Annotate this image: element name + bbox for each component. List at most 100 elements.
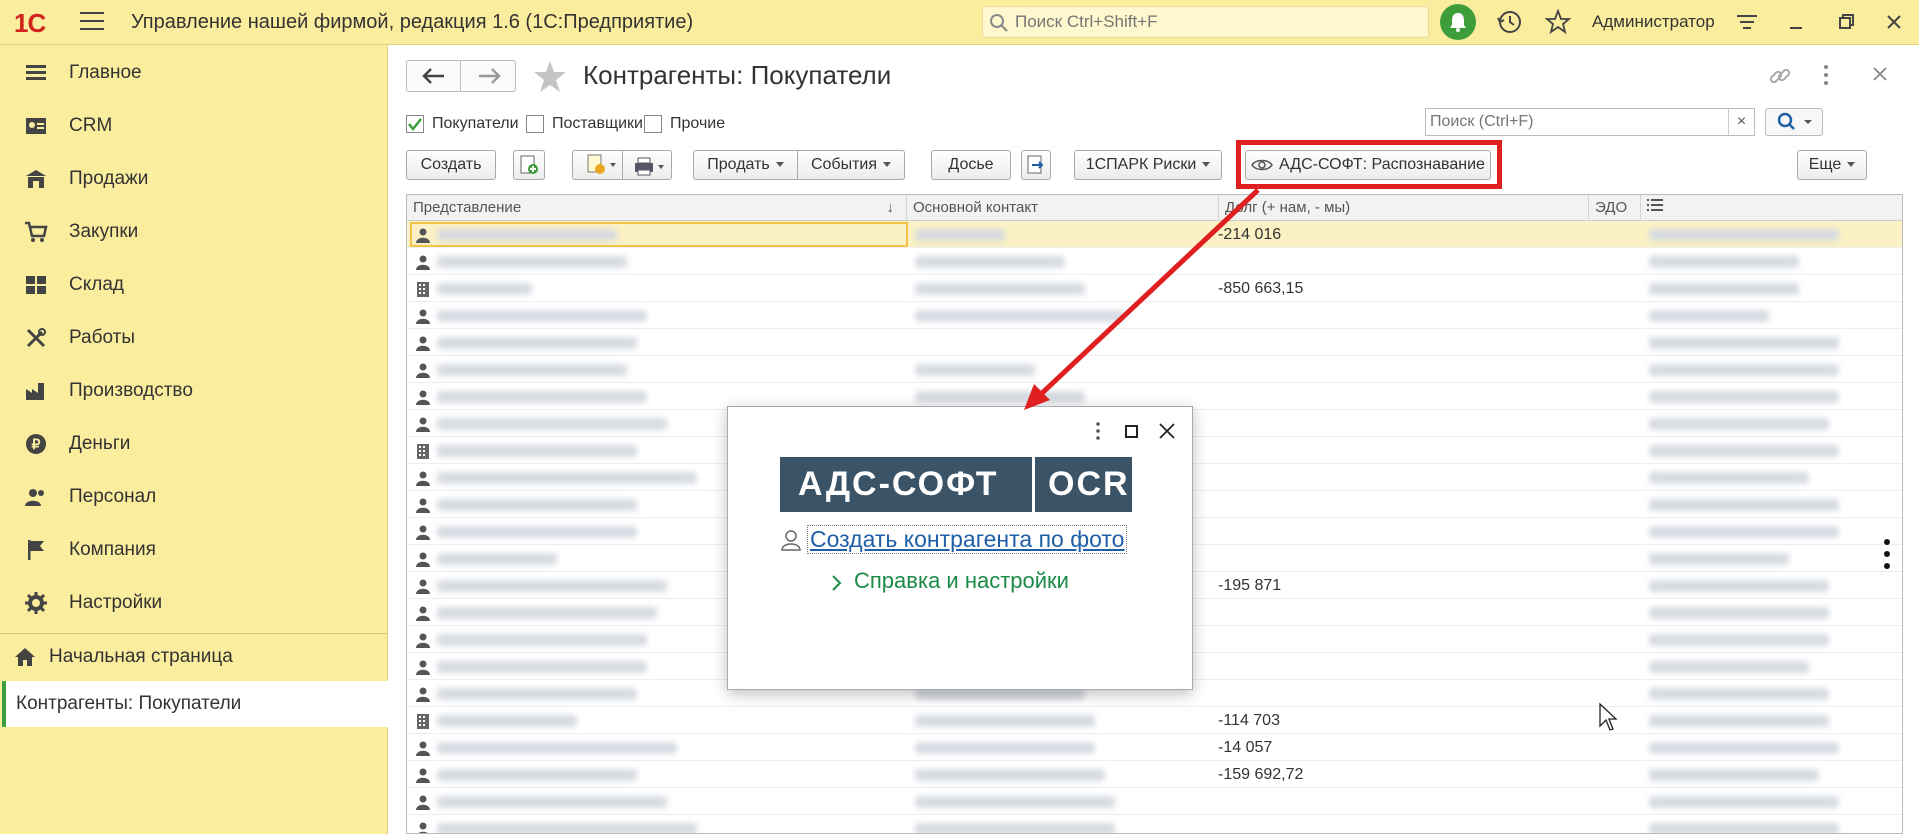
form-search[interactable]: × — [1425, 108, 1755, 136]
close-form-icon[interactable] — [1871, 65, 1889, 83]
person-icon — [415, 578, 431, 594]
sidebar-item-label: Производство — [69, 380, 193, 401]
link-icon[interactable] — [1767, 63, 1793, 89]
table-row[interactable]: -14 057 — [407, 734, 1902, 761]
dossier-button[interactable]: Досье — [931, 150, 1011, 180]
minimize-icon[interactable] — [1782, 8, 1810, 36]
sidebar-item-sales[interactable]: Продажи — [0, 153, 388, 205]
help-settings-link[interactable]: Справка и настройки — [854, 568, 1069, 594]
more-button[interactable]: Еще — [1797, 150, 1867, 180]
table-row[interactable] — [407, 356, 1902, 383]
column-header-edo[interactable]: ЭДО — [1589, 195, 1641, 221]
sidebar-item-money[interactable]: ₽ Деньги — [0, 418, 388, 470]
blurred-name — [437, 445, 637, 457]
warehouse-icon — [26, 276, 46, 294]
blurred-extra — [1649, 418, 1829, 430]
more-vertical-icon[interactable] — [1096, 422, 1100, 440]
app-logo[interactable]: 1С — [14, 8, 46, 39]
create-button[interactable]: Создать — [406, 150, 496, 180]
blurred-extra — [1649, 283, 1799, 295]
ocr-popup: АДС-СОФТ OCR Создать контрагента по фото… — [727, 406, 1193, 690]
blurred-name — [437, 499, 637, 511]
blurred-name — [437, 661, 647, 673]
checkbox-buyers[interactable]: Покупатели — [406, 113, 526, 135]
sidebar-item-warehouse[interactable]: Склад — [0, 259, 388, 311]
create-based-on-part[interactable] — [573, 151, 623, 179]
notifications-bell-icon[interactable] — [1440, 4, 1476, 40]
column-header-contact[interactable]: Основной контакт — [907, 195, 1219, 221]
sidebar-item-main[interactable]: Главное — [0, 47, 388, 99]
more-vertical-icon[interactable] — [1882, 538, 1892, 570]
checkbox-box — [526, 115, 544, 133]
table-row[interactable]: -214 016 — [407, 221, 1902, 248]
restore-icon[interactable] — [1832, 8, 1860, 36]
sidebar-item-crm[interactable]: CRM — [0, 100, 388, 152]
column-header-extra[interactable] — [1641, 195, 1902, 221]
spark-risks-label: 1СПАРК Риски — [1085, 156, 1197, 173]
column-header-presentation[interactable]: Представление ↓ — [407, 195, 907, 221]
export-button[interactable] — [1021, 150, 1051, 180]
table-row[interactable]: -159 692,72 — [407, 761, 1902, 788]
debt-value: -14 057 — [1218, 739, 1273, 756]
sell-button[interactable]: Продать — [694, 151, 798, 179]
chevron-down-icon — [1202, 162, 1211, 168]
home-icon — [15, 648, 35, 666]
blurred-name — [437, 229, 617, 241]
table-row[interactable] — [407, 248, 1902, 275]
search-clear-button[interactable]: × — [1728, 109, 1754, 135]
close-icon[interactable] — [1880, 8, 1908, 36]
factory-icon — [26, 383, 44, 400]
blurred-extra — [1649, 769, 1819, 781]
checkbox-suppliers[interactable]: Поставщики — [526, 113, 652, 135]
maximize-icon[interactable] — [1125, 425, 1138, 438]
sidebar-item-company[interactable]: Компания — [0, 524, 388, 576]
blurred-name — [437, 688, 637, 700]
global-search-input[interactable] — [1015, 11, 1415, 33]
favorites-star-icon[interactable] — [1545, 9, 1571, 35]
global-search[interactable] — [982, 6, 1429, 38]
blurred-name — [437, 823, 697, 833]
table-row[interactable] — [407, 302, 1902, 329]
main-menu-button[interactable] — [80, 12, 104, 32]
back-button[interactable] — [407, 61, 461, 91]
current-user[interactable]: Администратор — [1592, 12, 1715, 32]
forward-button[interactable] — [462, 61, 516, 91]
search-button[interactable] — [1765, 108, 1823, 136]
more-vertical-icon[interactable] — [1821, 63, 1831, 87]
printer-icon[interactable] — [625, 153, 671, 179]
table-row[interactable] — [407, 788, 1902, 815]
sidebar-item-production[interactable]: Производство — [0, 365, 388, 417]
create-copy-button[interactable] — [513, 150, 545, 180]
blurred-extra — [1649, 229, 1839, 241]
person-icon — [415, 740, 431, 756]
events-button[interactable]: События — [798, 151, 904, 179]
blurred-extra — [1649, 526, 1839, 538]
spark-risks-button[interactable]: 1СПАРК Риски — [1074, 150, 1222, 180]
debt-value: -195 871 — [1218, 577, 1282, 594]
sidebar-item-settings[interactable]: Настройки — [0, 577, 388, 629]
sidebar-item-purchases[interactable]: Закупки — [0, 206, 388, 258]
history-icon[interactable] — [1497, 9, 1523, 35]
flag-icon — [28, 540, 44, 560]
sidebar-item-personnel[interactable]: Персонал — [0, 471, 388, 523]
create-counterparty-from-photo-link[interactable]: Создать контрагента по фото — [807, 525, 1128, 554]
create-based-on-button[interactable] — [572, 150, 672, 180]
sidebar-open-form[interactable]: Контрагенты: Покупатели — [2, 681, 388, 727]
form-search-input[interactable] — [1430, 112, 1720, 132]
table-row[interactable] — [407, 329, 1902, 356]
sidebar-home[interactable]: Начальная страница — [0, 636, 388, 678]
sort-arrow-icon: ↓ — [886, 199, 895, 216]
settings-lines-icon[interactable] — [1733, 8, 1761, 36]
blurred-extra — [1649, 553, 1789, 565]
column-header-debt[interactable]: Долг (+ нам, - мы) — [1219, 195, 1589, 221]
checkbox-other[interactable]: Прочие — [644, 113, 744, 135]
blurred-name — [437, 310, 647, 322]
table-row[interactable]: -850 663,15 — [407, 275, 1902, 302]
favorite-star-icon[interactable] — [532, 60, 568, 94]
blurred-name — [437, 607, 657, 619]
table-row[interactable]: -114 703 — [407, 707, 1902, 734]
logo-text-right: OCR — [1048, 465, 1130, 503]
sidebar-item-works[interactable]: Работы — [0, 312, 388, 364]
table-row[interactable] — [407, 815, 1902, 833]
close-icon[interactable] — [1159, 423, 1175, 439]
